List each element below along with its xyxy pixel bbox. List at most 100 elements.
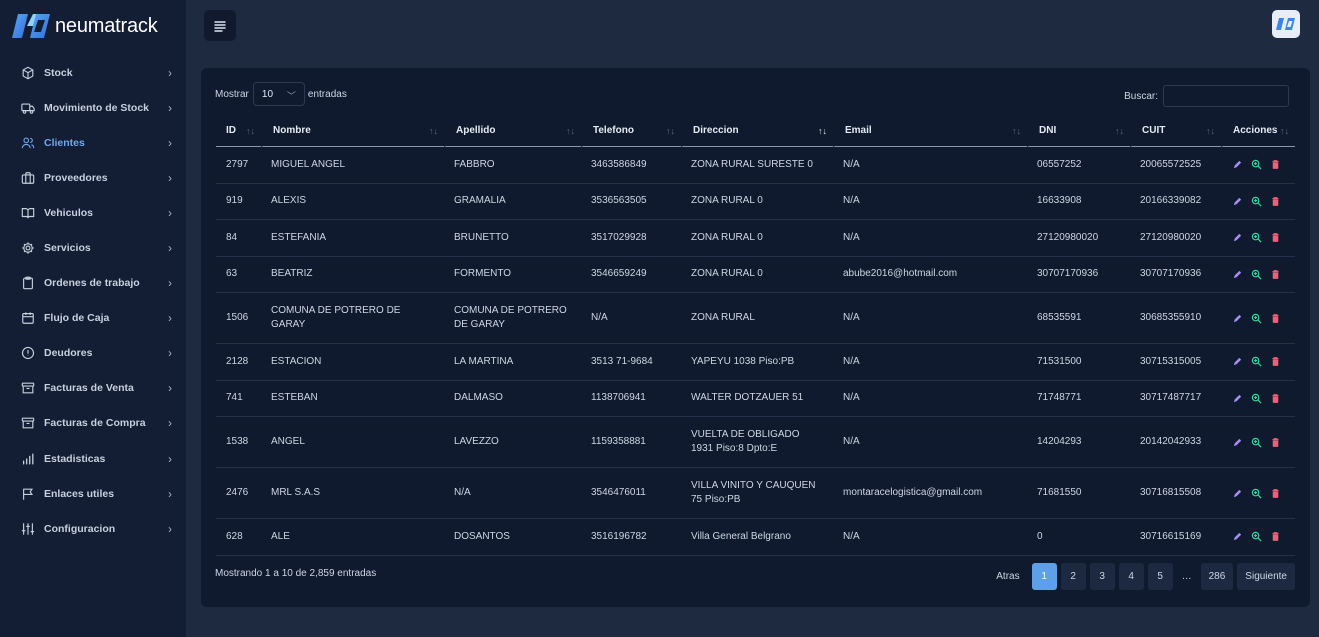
sidebar-item-clientes[interactable]: Clientes ›	[0, 125, 186, 160]
table-cell: 84	[216, 220, 261, 257]
sidebar-item-movimiento-de-stock[interactable]: Movimiento de Stock ›	[0, 90, 186, 125]
zoom-in-icon[interactable]	[1250, 487, 1262, 499]
sidebar-item-servicios[interactable]: Servicios ›	[0, 230, 186, 265]
sidebar-item-label: Estadisticas	[44, 452, 106, 465]
sidebar-item-vehiculos[interactable]: Vehiculos ›	[0, 195, 186, 230]
sidebar-item-flujo-de-caja[interactable]: Flujo de Caja ›	[0, 301, 186, 336]
show-label: Mostrar	[215, 88, 249, 100]
page-button-5[interactable]: 5	[1147, 563, 1173, 590]
sidebar-item-configuracion[interactable]: Configuracion ›	[0, 511, 186, 546]
trash-icon[interactable]	[1269, 392, 1281, 404]
table-cell: VUELTA DE OBLIGADO 1931 Piso:8 Dpto:E	[681, 417, 833, 468]
sidebar-item-label: Ordenes de trabajo	[44, 277, 140, 290]
edit-icon[interactable]	[1231, 195, 1243, 207]
zoom-in-icon[interactable]	[1250, 436, 1262, 448]
next-page-button[interactable]: Siguiente	[1237, 563, 1295, 590]
zoom-in-icon[interactable]	[1250, 392, 1262, 404]
sidebar-item-stock[interactable]: Stock ›	[0, 55, 186, 90]
search-input[interactable]	[1163, 85, 1289, 107]
chevron-right-icon: ›	[168, 170, 172, 185]
table-cell: 16633908	[1027, 184, 1130, 220]
clients-table: ID ↑↓ Nombre ↑↓ Apellido ↑↓ Telefono ↑↓ Direccio…	[216, 115, 1295, 556]
column-header-acciones[interactable]: Acciones ↑↓	[1221, 115, 1295, 147]
zoom-in-icon[interactable]	[1250, 195, 1262, 207]
edit-icon[interactable]	[1231, 356, 1243, 368]
table-cell: Villa General Belgrano	[681, 519, 833, 556]
table-cell: 27120980020	[1130, 220, 1221, 257]
zoom-in-icon[interactable]	[1250, 159, 1262, 171]
sidebar-item-proveedores[interactable]: Proveedores ›	[0, 160, 186, 195]
edit-icon[interactable]	[1231, 531, 1243, 543]
trash-icon[interactable]	[1269, 312, 1281, 324]
trash-icon[interactable]	[1269, 436, 1281, 448]
actions-cell	[1221, 344, 1295, 381]
page-button-1[interactable]: 1	[1031, 563, 1057, 590]
table-cell: GRAMALIA	[444, 184, 581, 220]
column-header-direccion[interactable]: Direccion ↑↓	[681, 115, 833, 147]
edit-icon[interactable]	[1231, 159, 1243, 171]
edit-icon[interactable]	[1231, 312, 1243, 324]
column-header-cuit[interactable]: CUIT ↑↓	[1130, 115, 1221, 147]
zoom-in-icon[interactable]	[1250, 531, 1262, 543]
edit-icon[interactable]	[1231, 268, 1243, 280]
logo-mark-icon	[12, 14, 50, 38]
trash-icon[interactable]	[1269, 531, 1281, 543]
column-header-email[interactable]: Email ↑↓	[833, 115, 1027, 147]
gear-icon	[21, 241, 35, 255]
page-button-4[interactable]: 4	[1118, 563, 1144, 590]
trash-icon[interactable]	[1269, 159, 1281, 171]
table-cell: ALEXIS	[261, 184, 444, 220]
zoom-in-icon[interactable]	[1250, 312, 1262, 324]
table-cell: LAVEZZO	[444, 417, 581, 468]
trash-icon[interactable]	[1269, 268, 1281, 280]
table-cell: 30707170936	[1130, 257, 1221, 293]
sidebar-item-facturas-de-compra[interactable]: Facturas de Compra ›	[0, 406, 186, 441]
edit-icon[interactable]	[1231, 392, 1243, 404]
sidebar-item-estadisticas[interactable]: Estadisticas ›	[0, 441, 186, 476]
trash-icon[interactable]	[1269, 232, 1281, 244]
actions-cell	[1221, 184, 1295, 220]
avatar[interactable]	[1272, 10, 1300, 38]
page-button-3[interactable]: 3	[1089, 563, 1115, 590]
trash-icon[interactable]	[1269, 356, 1281, 368]
trash-icon[interactable]	[1269, 487, 1281, 499]
page-length-select[interactable]: 10 ﹀	[252, 82, 305, 106]
column-header-id[interactable]: ID ↑↓	[216, 115, 261, 147]
page-button-last[interactable]: 286	[1200, 563, 1234, 590]
table-cell: N/A	[833, 344, 1027, 381]
sidebar-item-enlaces-utiles[interactable]: Enlaces utiles ›	[0, 476, 186, 511]
edit-icon[interactable]	[1231, 436, 1243, 448]
chevron-down-icon: ﹀	[286, 91, 296, 101]
page-button-2[interactable]: 2	[1060, 563, 1086, 590]
menu-toggle-button[interactable]	[204, 10, 236, 41]
column-header-dni[interactable]: DNI ↑↓	[1027, 115, 1130, 147]
sidebar-item-deudores[interactable]: Deudores ›	[0, 336, 186, 371]
trash-icon[interactable]	[1269, 195, 1281, 207]
sidebar-item-label: Facturas de Compra	[44, 417, 146, 430]
table-cell: N/A	[833, 519, 1027, 556]
sort-icon: ↑↓	[1206, 126, 1215, 136]
clipboard-icon	[21, 276, 35, 290]
brand-logo[interactable]: neumatrack	[12, 11, 158, 41]
sidebar-item-ordenes-de-trabajo[interactable]: Ordenes de trabajo ›	[0, 266, 186, 301]
column-header-apellido[interactable]: Apellido ↑↓	[444, 115, 581, 147]
table-cell: 628	[216, 519, 261, 556]
column-header-telefono[interactable]: Telefono ↑↓	[581, 115, 681, 147]
column-header-label: Acciones	[1233, 125, 1278, 136]
zoom-in-icon[interactable]	[1250, 232, 1262, 244]
actions-cell	[1221, 468, 1295, 519]
sidebar-item-facturas-de-venta[interactable]: Facturas de Venta ›	[0, 371, 186, 406]
edit-icon[interactable]	[1231, 232, 1243, 244]
table-cell: 63	[216, 257, 261, 293]
table-cell: 2476	[216, 468, 261, 519]
zoom-in-icon[interactable]	[1250, 356, 1262, 368]
zoom-in-icon[interactable]	[1250, 268, 1262, 280]
table-cell: 71748771	[1027, 381, 1130, 417]
table-cell: BRUNETTO	[444, 220, 581, 257]
column-header-nombre[interactable]: Nombre ↑↓	[261, 115, 444, 147]
column-header-label: Apellido	[456, 125, 496, 136]
edit-icon[interactable]	[1231, 487, 1243, 499]
prev-page-button[interactable]: Atras	[988, 563, 1027, 590]
table-cell: 30715315005	[1130, 344, 1221, 381]
table-cell: ESTACION	[261, 344, 444, 381]
